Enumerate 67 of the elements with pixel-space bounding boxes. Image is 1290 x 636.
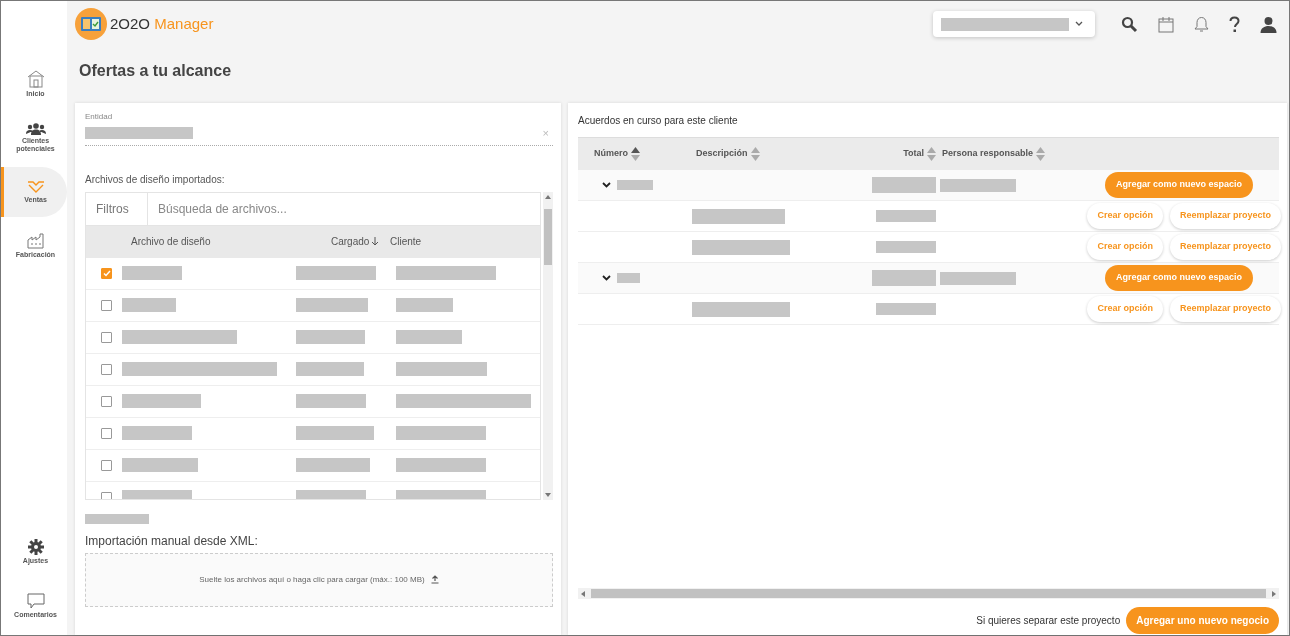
checkbox[interactable] xyxy=(101,395,112,407)
checkbox[interactable] xyxy=(101,427,112,439)
redacted-block xyxy=(122,298,176,312)
redacted-block xyxy=(876,210,936,222)
account-select[interactable] xyxy=(933,11,1095,37)
redacted-block xyxy=(872,177,936,193)
people-icon xyxy=(25,123,46,138)
scroll-up-icon[interactable] xyxy=(545,194,551,199)
checkbox[interactable] xyxy=(101,331,112,343)
sort-icon xyxy=(750,147,760,161)
sort-icon xyxy=(927,147,936,161)
column-header[interactable]: Persona responsable xyxy=(942,147,1034,161)
sort-icon xyxy=(631,147,640,161)
column-header[interactable]: Descripción xyxy=(696,147,748,161)
app-name: 2O2O Manager xyxy=(110,13,214,34)
chevron-down-icon[interactable] xyxy=(602,182,611,188)
redacted-block xyxy=(296,298,368,312)
checkbox[interactable] xyxy=(101,299,112,311)
redacted-block xyxy=(85,513,149,524)
user-icon[interactable] xyxy=(1260,15,1277,33)
redacted-block xyxy=(396,298,453,312)
redacted-block xyxy=(296,330,365,344)
settings-icon xyxy=(27,539,44,558)
chevron-down-icon[interactable] xyxy=(602,275,611,281)
page-title: Ofertas a tu alcance xyxy=(79,61,233,81)
calendar-icon[interactable] xyxy=(1158,15,1174,33)
redacted-block xyxy=(876,303,936,315)
redacted-block xyxy=(876,241,936,253)
drop-zone[interactable]: Suelte los archivos aquí o haga clic para cargar (máx.: 100 MB) xyxy=(85,552,553,607)
upload-icon xyxy=(430,575,439,584)
column-header[interactable]: Total xyxy=(903,147,924,161)
logo-icon xyxy=(75,8,107,40)
redacted-block xyxy=(617,273,640,283)
column-header[interactable]: Número xyxy=(594,147,628,161)
checkbox[interactable] xyxy=(101,363,112,375)
redacted-block xyxy=(872,270,936,286)
checkbox[interactable] xyxy=(101,459,112,471)
redacted-block xyxy=(296,394,366,408)
scroll-thumb[interactable] xyxy=(591,589,1266,598)
help-icon[interactable] xyxy=(1229,15,1240,33)
scrollbar[interactable] xyxy=(578,588,1279,599)
field-label: Entidad xyxy=(85,111,114,123)
scrollbar[interactable] xyxy=(543,191,553,500)
redacted-block xyxy=(122,426,192,440)
redacted-block xyxy=(396,330,462,344)
bell-icon[interactable] xyxy=(1194,15,1209,33)
redacted-block xyxy=(617,180,653,190)
section-title: Acuerdos en curso para este cliente xyxy=(578,114,739,128)
section-label: Importación manual desde XML: xyxy=(85,532,259,550)
scroll-left-icon[interactable] xyxy=(581,590,585,597)
section-label: Archivos de diseño importados: xyxy=(85,172,226,187)
factory-icon xyxy=(26,233,45,252)
redacted-block xyxy=(296,362,364,376)
column-header[interactable]: Cargado xyxy=(286,234,370,249)
redacted-block xyxy=(122,266,182,280)
column-header[interactable]: Cliente xyxy=(390,234,540,249)
checkbox[interactable] xyxy=(101,491,112,499)
scroll-thumb[interactable] xyxy=(544,208,552,265)
scroll-right-icon[interactable] xyxy=(1272,590,1276,597)
hint-text: Si quieres separar este proyecto xyxy=(976,613,1121,628)
search-icon[interactable] xyxy=(1121,15,1138,33)
chevron-down-icon xyxy=(1075,21,1083,27)
scroll-down-icon[interactable] xyxy=(545,492,551,497)
checkbox[interactable] xyxy=(101,267,112,279)
column-header[interactable]: Archivo de diseño xyxy=(86,234,286,249)
sort-icon xyxy=(1036,147,1046,161)
house-icon xyxy=(26,70,45,91)
